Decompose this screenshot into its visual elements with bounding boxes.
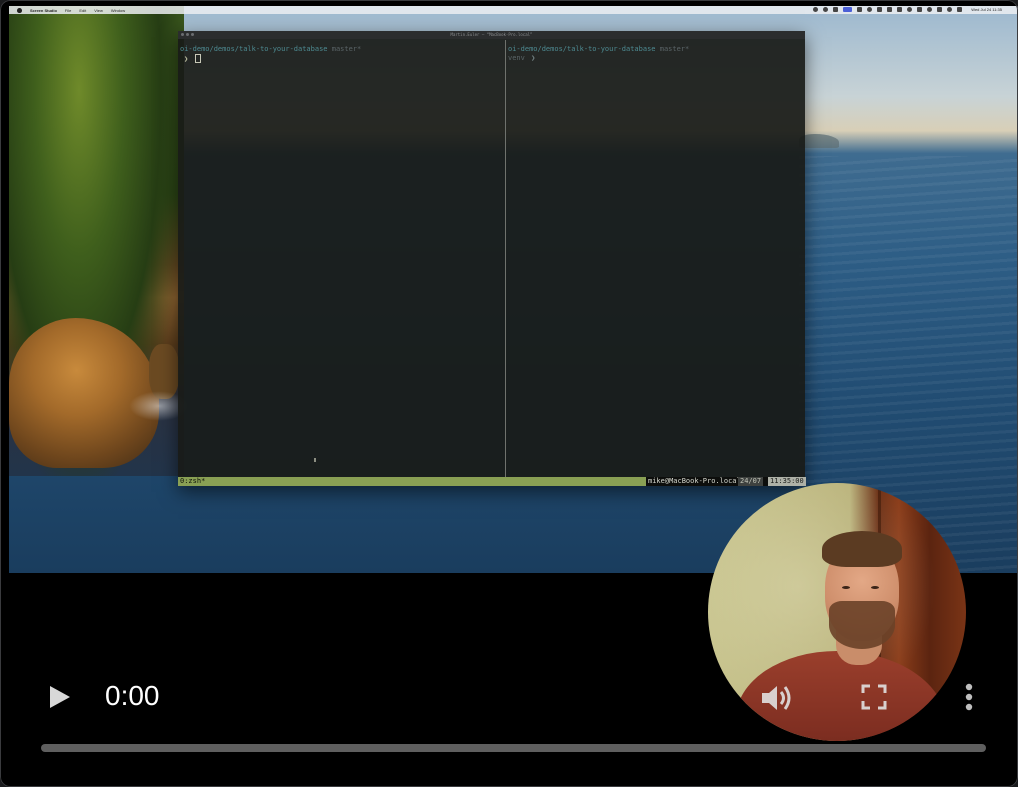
presenter-eye xyxy=(871,586,879,589)
tray-icon xyxy=(867,7,873,12)
mac-menu-bar: Screen Studio File Edit View Window Wed … xyxy=(9,6,1018,14)
tray-icon xyxy=(907,7,913,12)
tray-icon xyxy=(887,7,893,12)
battery-icon xyxy=(937,7,943,12)
tray-icon xyxy=(823,7,829,12)
tray-icon xyxy=(833,7,839,12)
distant-headland xyxy=(799,134,839,148)
control-center-icon xyxy=(957,7,963,12)
tmux-pane-right: oi-demo/demos/talk-to-your-database mast… xyxy=(508,45,798,478)
menubar-clock: Wed Jul 24 11:35 xyxy=(971,7,1002,12)
prompt-symbol: ❯ xyxy=(531,54,536,62)
terminal-title: Martin.Euler — “MacBook-Pro.local” xyxy=(450,32,533,37)
progress-bar[interactable] xyxy=(41,744,986,752)
video-player[interactable]: Screen Studio File Edit View Window Wed … xyxy=(0,0,1018,787)
prompt-path: oi-demo/demos/talk-to-your-database xyxy=(508,45,656,53)
input-line: venv ❯ xyxy=(508,54,798,63)
venv-indicator: venv xyxy=(508,54,525,62)
presenter-beard xyxy=(829,601,895,649)
git-branch: master* xyxy=(659,45,690,53)
presenter-eye xyxy=(842,586,850,589)
tray-icon xyxy=(813,7,819,12)
prompt-symbol: ❯ xyxy=(184,54,189,63)
menu-view: View xyxy=(94,7,103,13)
webcam-overlay xyxy=(708,483,966,741)
volume-icon xyxy=(762,686,791,710)
fullscreen-button[interactable] xyxy=(861,684,887,710)
text-cursor xyxy=(195,54,202,63)
tray-icon xyxy=(917,7,923,12)
menu-file: File xyxy=(64,7,72,13)
terminal-titlebar: Martin.Euler — “MacBook-Pro.local” xyxy=(178,31,805,39)
terminal-window: Martin.Euler — “MacBook-Pro.local” oi-de… xyxy=(178,31,806,486)
fullscreen-icon xyxy=(861,684,887,710)
prompt-path: oi-demo/demos/talk-to-your-database xyxy=(180,45,328,53)
pane-divider xyxy=(505,40,506,477)
tmux-window-label: 0:zsh* xyxy=(178,477,646,486)
tray-icon xyxy=(857,7,863,12)
wifi-icon xyxy=(947,7,953,12)
apple-icon xyxy=(17,7,22,13)
play-icon xyxy=(50,686,70,708)
presenter-hair xyxy=(822,531,902,567)
play-button[interactable] xyxy=(49,685,71,709)
menu-window: Window xyxy=(110,7,126,13)
tray-icon xyxy=(897,7,903,12)
menu-app-name: Screen Studio xyxy=(30,7,57,13)
tmux-pane-left: oi-demo/demos/talk-to-your-database mast… xyxy=(180,45,500,478)
screen-recording-icon xyxy=(843,7,853,12)
input-line: ❯ xyxy=(180,54,500,64)
prompt-line: oi-demo/demos/talk-to-your-database mast… xyxy=(180,45,500,54)
mouse-pointer-icon xyxy=(314,458,316,462)
git-branch: master* xyxy=(331,45,362,53)
volume-button[interactable] xyxy=(760,683,794,713)
current-time: 0:00 xyxy=(105,680,160,711)
prompt-line: oi-demo/demos/talk-to-your-database mast… xyxy=(508,45,798,54)
tray-icon xyxy=(877,7,883,12)
status-tray: Wed Jul 24 11:35 xyxy=(813,7,1002,12)
menu-edit: Edit xyxy=(79,7,87,13)
tray-icon xyxy=(927,7,933,12)
